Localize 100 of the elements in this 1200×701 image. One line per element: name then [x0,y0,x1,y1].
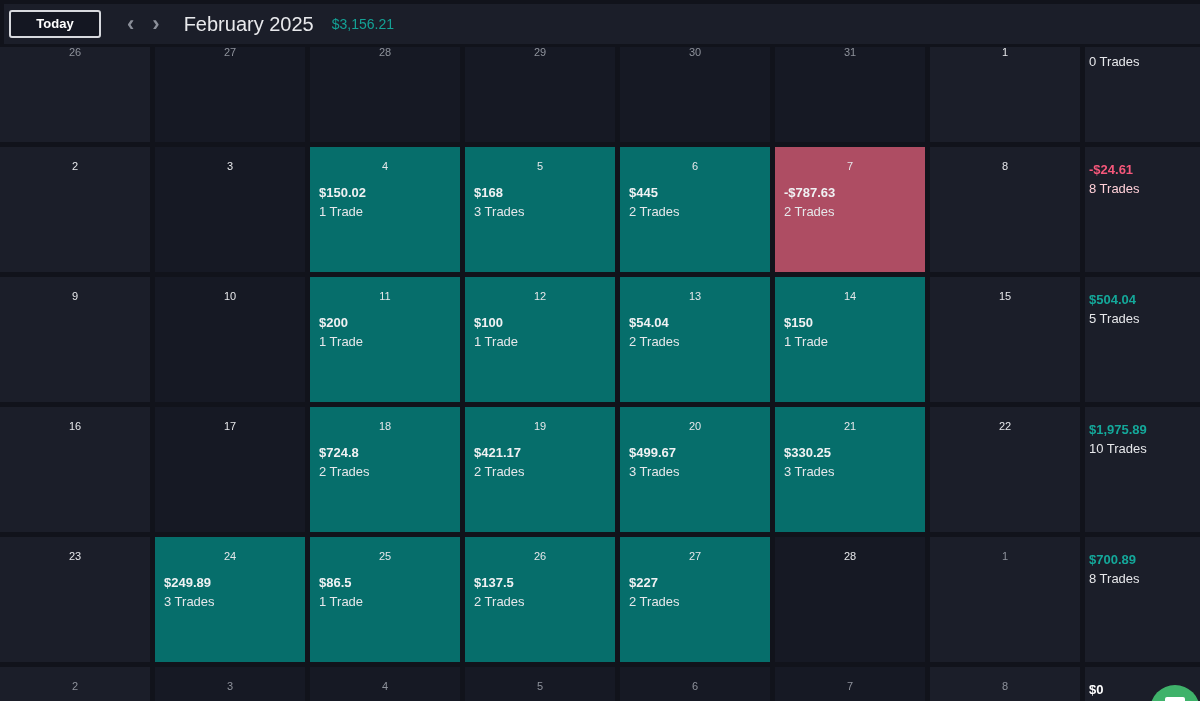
day-cell[interactable]: 21 $330.25 3 Trades [775,407,925,532]
day-cell[interactable]: 17 [155,407,305,532]
day-pnl: $445 [628,183,659,202]
day-number: 8 [1001,679,1009,694]
day-number: 6 [691,159,699,174]
day-cell[interactable]: 23 [0,537,150,662]
next-button[interactable]: › [152,13,160,35]
day-cell[interactable]: 26 $137.5 2 Trades [465,537,615,662]
chat-button[interactable] [1150,685,1200,701]
day-cell[interactable]: 26 [0,47,150,142]
day-cell[interactable]: 13 $54.04 2 Trades [620,277,770,402]
trade-count: 1 Trade [783,333,830,351]
trade-count: 3 Trades [783,463,836,481]
day-cell[interactable]: 27 $227 2 Trades [620,537,770,662]
trade-count: 1 Trade [318,333,365,351]
day-cell[interactable]: 1 [930,537,1080,662]
trade-count: 2 Trades [783,203,836,221]
day-cell[interactable]: 12 $100 1 Trade [465,277,615,402]
trade-count: 3 Trades [163,593,216,611]
day-number: 30 [688,47,702,60]
trade-count: 2 Trades [628,333,681,351]
day-cell[interactable]: 15 [930,277,1080,402]
day-pnl: $249.89 [163,573,212,592]
day-pnl: $421.17 [473,443,522,462]
day-cell[interactable]: 2 [0,667,150,701]
day-cell[interactable]: 30 [620,47,770,142]
day-cell[interactable]: 6 $445 2 Trades [620,147,770,272]
chat-icon [1150,685,1200,701]
day-cell[interactable]: 5 $168 3 Trades [465,147,615,272]
day-cell[interactable]: 25 $86.5 1 Trade [310,537,460,662]
day-cell[interactable]: 28 [310,47,460,142]
day-cell[interactable]: 4 [310,667,460,701]
day-cell[interactable]: 8 [930,667,1080,701]
today-button[interactable]: Today [9,10,101,38]
day-number: 2 [71,679,79,694]
day-pnl: $227 [628,573,659,592]
trade-count: 2 Trades [473,593,526,611]
day-number: 20 [688,419,702,434]
day-cell[interactable]: 27 [155,47,305,142]
day-cell[interactable]: 11 $200 1 Trade [310,277,460,402]
day-cell[interactable]: 7 -$787.63 2 Trades [775,147,925,272]
day-number: 12 [533,289,547,304]
day-number: 26 [68,47,82,60]
week-pnl: $700.89 [1089,551,1136,569]
day-cell[interactable]: 3 [155,147,305,272]
day-cell[interactable]: 22 [930,407,1080,532]
day-number: 14 [843,289,857,304]
day-pnl: $86.5 [318,573,353,592]
day-pnl: $168 [473,183,504,202]
day-cell[interactable]: 1 [930,47,1080,142]
day-number: 3 [226,679,234,694]
previous-button[interactable]: ‹ [127,13,135,35]
day-cell[interactable]: 16 [0,407,150,532]
day-cell[interactable]: 8 [930,147,1080,272]
day-pnl: $137.5 [473,573,515,592]
trade-count: 1 Trade [318,593,365,611]
day-pnl: $150 [783,313,814,332]
day-cell[interactable]: 7 [775,667,925,701]
week-pnl: $1,975.89 [1089,421,1147,439]
day-number: 11 [379,289,391,304]
trade-count: 1 Trade [473,333,520,351]
day-pnl: $200 [318,313,349,332]
day-number: 17 [223,419,237,434]
day-cell[interactable]: 2 [0,147,150,272]
day-pnl: $100 [473,313,504,332]
day-cell[interactable]: 19 $421.17 2 Trades [465,407,615,532]
day-number: 8 [1001,159,1009,174]
trade-count: 3 Trades [628,463,681,481]
day-cell[interactable]: 14 $150 1 Trade [775,277,925,402]
week-pnl: $504.04 [1089,291,1136,309]
day-cell[interactable]: 20 $499.67 3 Trades [620,407,770,532]
day-pnl: -$787.63 [783,183,837,202]
day-cell[interactable]: 28 [775,537,925,662]
day-cell[interactable]: 24 $249.89 3 Trades [155,537,305,662]
day-number: 7 [846,159,854,174]
day-cell[interactable]: 9 [0,277,150,402]
day-number: 22 [998,419,1012,434]
day-cell[interactable]: 10 [155,277,305,402]
day-cell[interactable]: 31 [775,47,925,142]
day-cell[interactable]: 29 [465,47,615,142]
day-number: 4 [381,679,389,694]
day-number: 26 [533,549,547,564]
week-trade-count: 5 Trades [1089,310,1141,328]
day-pnl: $150.02 [318,183,367,202]
trade-count: 2 Trades [318,463,371,481]
day-number: 21 [843,419,857,434]
day-cell[interactable]: 3 [155,667,305,701]
day-number: 5 [536,159,544,174]
day-number: 4 [381,159,389,174]
day-number: 3 [226,159,234,174]
day-number: 25 [378,549,392,564]
day-pnl: $499.67 [628,443,677,462]
day-cell[interactable]: 6 [620,667,770,701]
day-cell[interactable]: 4 $150.02 1 Trade [310,147,460,272]
trade-count: 2 Trades [473,463,526,481]
trade-count: 1 Trade [318,203,365,221]
day-cell[interactable]: 18 $724.8 2 Trades [310,407,460,532]
trade-count: 2 Trades [628,203,681,221]
day-cell[interactable]: 5 [465,667,615,701]
day-number: 18 [378,419,392,434]
